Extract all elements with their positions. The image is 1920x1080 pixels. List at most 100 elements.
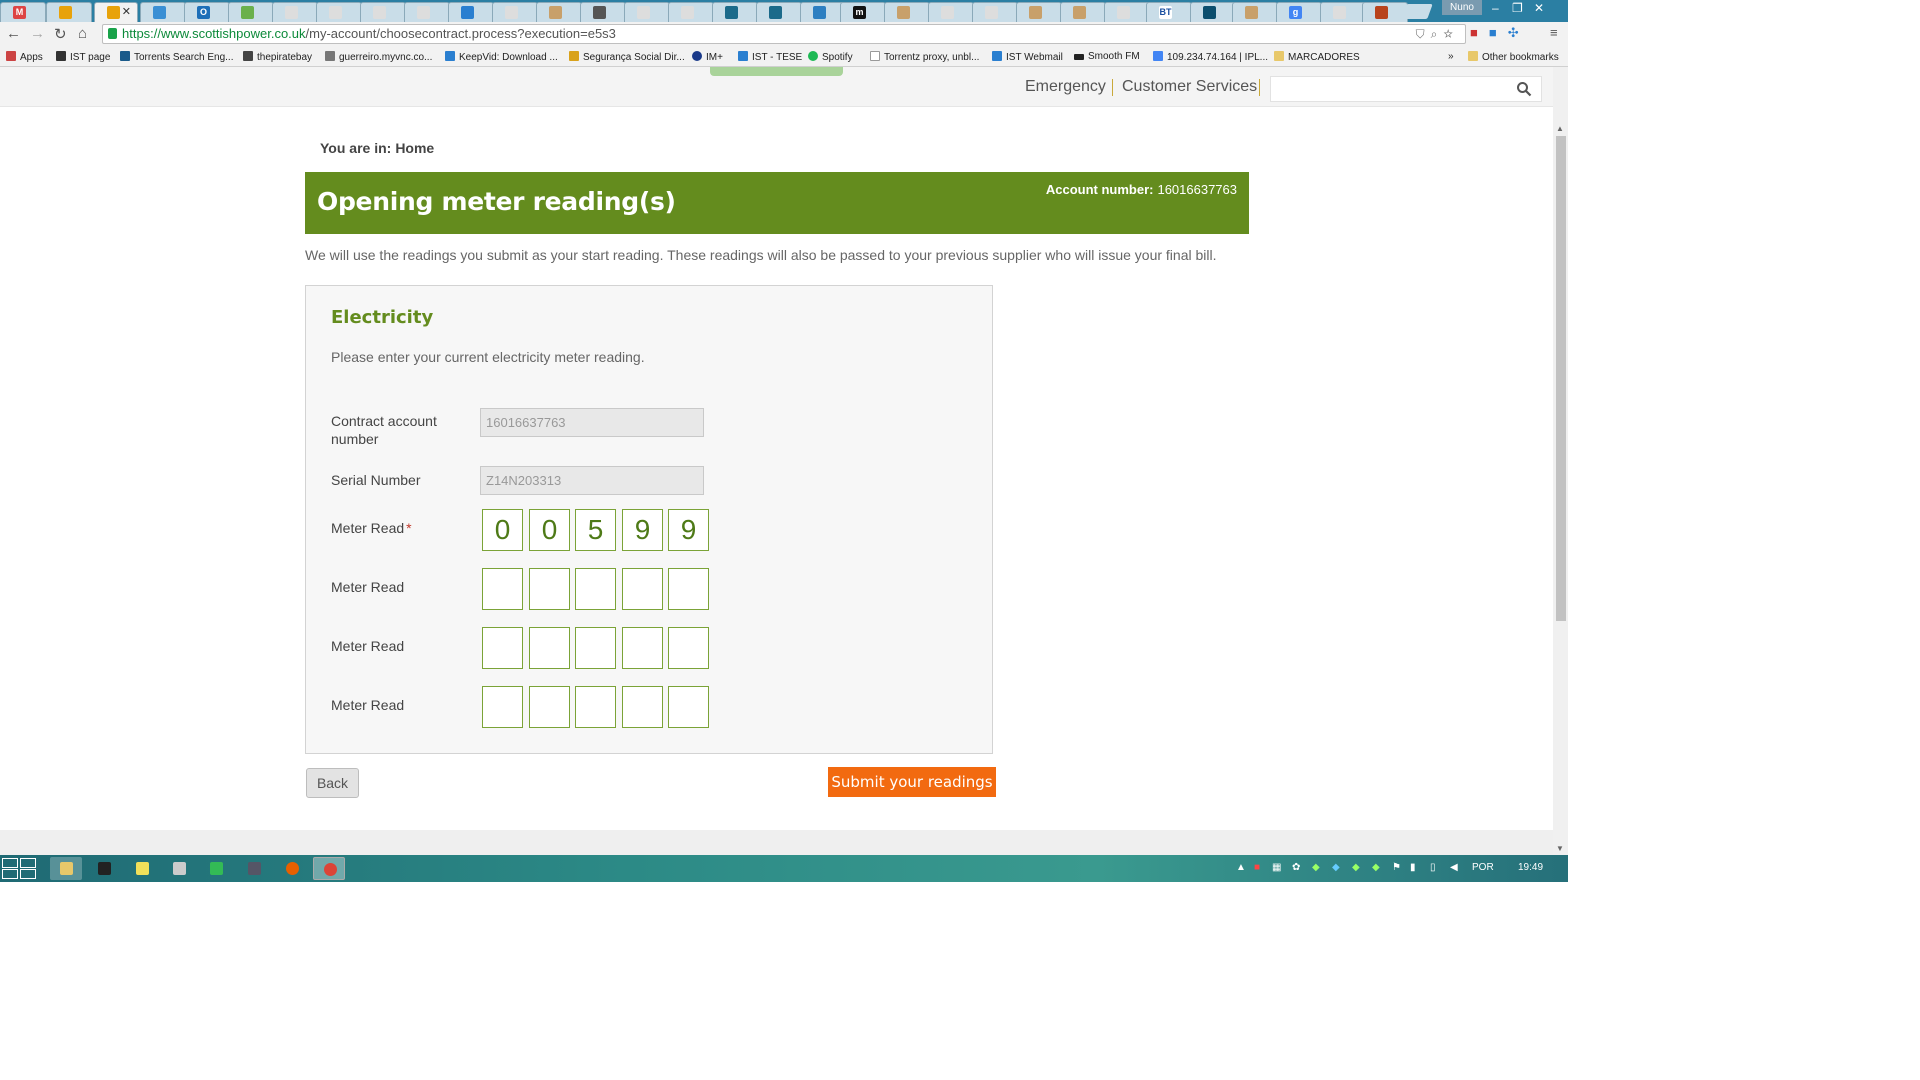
tray-icon[interactable]: ◆ (1352, 862, 1360, 873)
meter-digit-input[interactable] (482, 568, 523, 610)
emergency-link[interactable]: Emergency (1025, 78, 1106, 96)
scrollbar-thumb[interactable] (1556, 136, 1566, 621)
tray-icon[interactable]: ✿ (1292, 862, 1300, 873)
meter-digit-input[interactable]: 5 (575, 509, 616, 551)
meter-digit-input[interactable] (668, 686, 709, 728)
breadcrumb-home-link[interactable]: Home (395, 140, 434, 156)
bookmark[interactable]: Torrentz proxy, unbl... (870, 51, 979, 63)
taskbar-app-active[interactable] (313, 857, 345, 880)
bookmark[interactable]: IST Webmail (992, 51, 1063, 63)
meter-digit-input[interactable] (575, 568, 616, 610)
browser-tab[interactable] (1232, 2, 1278, 22)
browser-tab[interactable] (624, 2, 670, 22)
extension-icon[interactable]: ■ (1489, 25, 1508, 40)
meter-digit-input[interactable] (482, 686, 523, 728)
site-search-input[interactable] (1270, 76, 1542, 102)
browser-tab[interactable] (140, 2, 186, 22)
browser-tab[interactable]: M (0, 2, 46, 22)
bookmark[interactable]: Smooth FM (1074, 51, 1140, 62)
meter-digit-input[interactable] (622, 568, 663, 610)
zoom-icon[interactable]: ⌕ (1431, 27, 1444, 41)
scroll-down-icon[interactable]: ▼ (1556, 844, 1564, 853)
taskbar-app[interactable] (276, 857, 308, 880)
tray-overflow-icon[interactable]: ▲ (1236, 862, 1246, 873)
browser-tab[interactable] (360, 2, 406, 22)
meter-digit-input[interactable] (668, 627, 709, 669)
scroll-up-icon[interactable]: ▲ (1556, 124, 1564, 133)
forward-arrow-icon[interactable]: → (30, 25, 45, 42)
taskbar-app[interactable] (50, 857, 82, 880)
bookmark[interactable]: IST page (56, 51, 110, 63)
browser-tab[interactable]: O (184, 2, 230, 22)
browser-tab[interactable] (1016, 2, 1062, 22)
browser-tab[interactable] (1320, 2, 1366, 22)
battery-icon[interactable]: ▯ (1430, 862, 1436, 873)
close-window-icon[interactable]: ✕ (1534, 1, 1544, 15)
address-bar[interactable]: https://www.scottishpower.co.uk/my-accou… (102, 24, 1466, 44)
star-icon[interactable]: ☆ (1443, 27, 1459, 41)
meter-digit-input[interactable]: 0 (529, 509, 570, 551)
close-tab-icon[interactable]: ✕ (122, 5, 131, 18)
minimize-icon[interactable]: – (1492, 1, 1499, 15)
clock[interactable]: 19:49 (1518, 862, 1543, 873)
browser-tab[interactable] (756, 2, 802, 22)
other-bookmarks[interactable]: Other bookmarks (1468, 51, 1559, 63)
bookmark[interactable]: KeepVid: Download ... (445, 51, 558, 63)
search-icon[interactable] (1516, 81, 1532, 97)
bookmark[interactable]: Spotify (808, 51, 853, 63)
meter-digit-input[interactable] (529, 627, 570, 669)
tray-icon[interactable]: ◆ (1332, 862, 1340, 873)
home-icon[interactable]: ⌂ (78, 25, 87, 42)
browser-tab[interactable] (316, 2, 362, 22)
bookmark[interactable]: guerreiro.myvnc.co... (325, 51, 432, 63)
meter-digit-input[interactable]: 9 (622, 509, 663, 551)
volume-icon[interactable]: ◀ (1450, 862, 1458, 873)
bookmark[interactable]: Segurança Social Dir... (569, 51, 685, 63)
more-bookmarks-icon[interactable]: » (1448, 51, 1454, 62)
meter-digit-input[interactable]: 0 (482, 509, 523, 551)
browser-tab[interactable] (712, 2, 758, 22)
tray-icon[interactable]: ■ (1254, 862, 1260, 873)
bookmark[interactable]: Torrents Search Eng... (120, 51, 234, 63)
bookmark[interactable]: thepiratebay (243, 51, 312, 63)
profile-button[interactable]: Nuno (1442, 0, 1482, 15)
browser-tab[interactable] (492, 2, 538, 22)
bookmark[interactable]: IM+ (692, 51, 723, 63)
browser-tab[interactable] (228, 2, 274, 22)
flag-icon[interactable]: ⚑ (1392, 862, 1401, 873)
meter-digit-input[interactable] (575, 686, 616, 728)
extension-icon[interactable]: ■ (1470, 25, 1489, 40)
meter-digit-input[interactable] (622, 627, 663, 669)
browser-tab[interactable]: g (1276, 2, 1322, 22)
new-tab-button[interactable] (1401, 4, 1433, 19)
browser-tab[interactable] (272, 2, 318, 22)
browser-tab[interactable] (404, 2, 450, 22)
browser-tab[interactable] (928, 2, 974, 22)
browser-tab[interactable] (580, 2, 626, 22)
browser-tab[interactable]: BT (1146, 2, 1192, 22)
browser-tab[interactable] (448, 2, 494, 22)
tray-icon[interactable]: ◆ (1312, 862, 1320, 873)
taskbar-app[interactable] (88, 857, 120, 880)
taskbar-app[interactable] (238, 857, 270, 880)
browser-tab-active[interactable]: ✕ (94, 2, 138, 22)
restore-icon[interactable]: ❐ (1512, 1, 1523, 15)
menu-icon[interactable]: ≡ (1550, 25, 1558, 40)
meter-digit-input[interactable]: 9 (668, 509, 709, 551)
bookmark-apps[interactable]: Apps (6, 51, 43, 63)
meter-digit-input[interactable] (575, 627, 616, 669)
browser-tab[interactable] (46, 2, 92, 22)
browser-tab[interactable] (536, 2, 582, 22)
browser-tab[interactable] (972, 2, 1018, 22)
start-button[interactable] (2, 857, 38, 881)
taskbar-app[interactable] (163, 857, 195, 880)
signal-icon[interactable]: ▮ (1410, 862, 1416, 873)
meter-digit-input[interactable] (622, 686, 663, 728)
taskbar-app[interactable] (126, 857, 158, 880)
browser-tab[interactable] (1190, 2, 1236, 22)
meter-digit-input[interactable] (529, 568, 570, 610)
meter-digit-input[interactable] (668, 568, 709, 610)
browser-tab[interactable] (884, 2, 930, 22)
bookmark[interactable]: IST - TESE (738, 51, 802, 63)
language-indicator[interactable]: POR (1472, 862, 1494, 873)
